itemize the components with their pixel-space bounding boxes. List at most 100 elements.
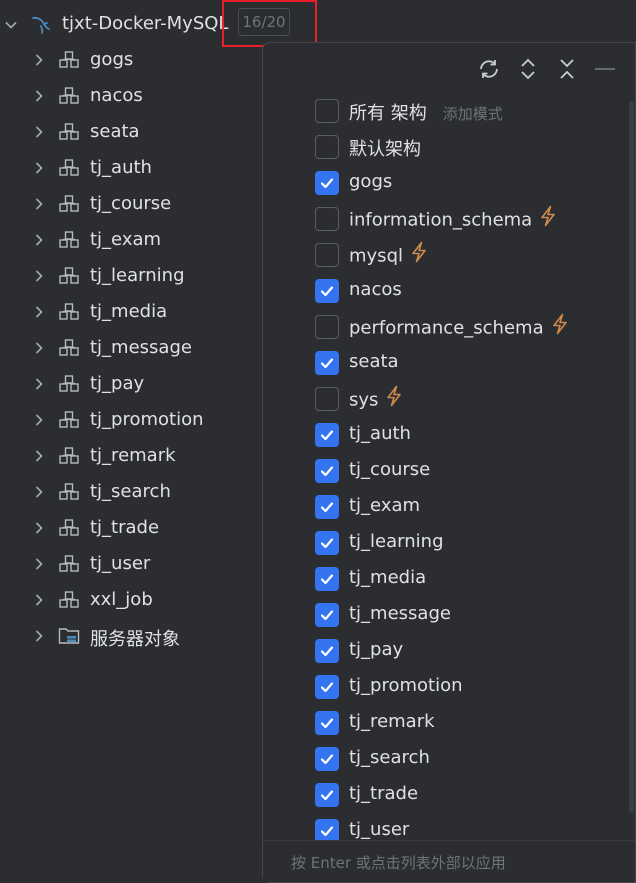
- checkbox[interactable]: [315, 207, 339, 231]
- tree-item-tj_auth[interactable]: tj_auth: [0, 150, 262, 186]
- tree-item-tj_exam[interactable]: tj_exam: [0, 222, 262, 258]
- schema-option-label: tj_promotion: [349, 675, 463, 696]
- chevron-right-icon[interactable]: [32, 233, 46, 247]
- chevron-right-icon[interactable]: [32, 593, 46, 607]
- schema-option[interactable]: sys: [313, 381, 633, 417]
- schema-option[interactable]: performance_schema: [313, 309, 633, 345]
- checkbox[interactable]: [315, 459, 339, 483]
- schema-option[interactable]: tj_exam: [313, 489, 633, 525]
- tree-item-nacos[interactable]: nacos: [0, 78, 262, 114]
- schema-icon: [58, 122, 80, 142]
- checkbox[interactable]: [315, 351, 339, 375]
- expand-all-icon[interactable]: [514, 55, 542, 83]
- schema-option[interactable]: tj_message: [313, 597, 633, 633]
- schema-option[interactable]: 所有 架构 添加模式: [313, 93, 633, 129]
- chevron-right-icon[interactable]: [32, 521, 46, 535]
- schema-option[interactable]: seata: [313, 345, 633, 381]
- chevron-right-icon[interactable]: [32, 53, 46, 67]
- root-connection-row[interactable]: tjxt-Docker-MySQL: [0, 4, 636, 40]
- schema-option[interactable]: nacos: [313, 273, 633, 309]
- checkbox[interactable]: [315, 243, 339, 267]
- checkbox[interactable]: [315, 387, 339, 411]
- collapse-all-icon[interactable]: [553, 55, 581, 83]
- tree-item-tj_trade[interactable]: tj_trade: [0, 510, 262, 546]
- tree-item-label: tj_message: [90, 337, 192, 358]
- schema-option[interactable]: mysql: [313, 237, 633, 273]
- tree-item-label: tj_learning: [90, 265, 185, 286]
- tree-item-server-objects[interactable]: 服务器对象: [0, 618, 262, 654]
- schema-option[interactable]: information_schema: [313, 201, 633, 237]
- schema-option[interactable]: tj_auth: [313, 417, 633, 453]
- popup-toolbar: [263, 43, 635, 93]
- tree-item-tj_search[interactable]: tj_search: [0, 474, 262, 510]
- refresh-icon[interactable]: [475, 55, 503, 83]
- schema-option[interactable]: tj_media: [313, 561, 633, 597]
- chevron-right-icon[interactable]: [32, 557, 46, 571]
- tree-item-label: xxl_job: [90, 589, 153, 610]
- checkbox[interactable]: [315, 711, 339, 735]
- tree-item-label: tj_exam: [90, 229, 162, 250]
- schema-option[interactable]: tj_remark: [313, 705, 633, 741]
- chevron-right-icon[interactable]: [32, 197, 46, 211]
- add-pattern-link[interactable]: 添加模式: [443, 105, 503, 123]
- schema-option[interactable]: tj_promotion: [313, 669, 633, 705]
- checkbox[interactable]: [315, 747, 339, 771]
- chevron-right-icon[interactable]: [32, 305, 46, 319]
- tree-item-label: gogs: [90, 49, 134, 70]
- lightning-icon: [409, 241, 429, 268]
- schema-option[interactable]: tj_search: [313, 741, 633, 777]
- schema-option[interactable]: tj_trade: [313, 777, 633, 813]
- minimize-icon[interactable]: [591, 55, 619, 83]
- schema-option[interactable]: tj_course: [313, 453, 633, 489]
- tree-item-gogs[interactable]: gogs: [0, 42, 262, 78]
- connection-title: tjxt-Docker-MySQL: [62, 13, 229, 34]
- tree-item-tj_user[interactable]: tj_user: [0, 546, 262, 582]
- checkbox[interactable]: [315, 171, 339, 195]
- chevron-right-icon[interactable]: [32, 161, 46, 175]
- schema-icon: [58, 302, 80, 322]
- checkbox[interactable]: [315, 279, 339, 303]
- schema-option[interactable]: 默认架构: [313, 129, 633, 165]
- checkbox[interactable]: [315, 639, 339, 663]
- tree-item-tj_learning[interactable]: tj_learning: [0, 258, 262, 294]
- tree-item-label: tj_auth: [90, 157, 152, 178]
- checkbox[interactable]: [315, 99, 339, 123]
- chevron-right-icon[interactable]: [32, 413, 46, 427]
- schema-option[interactable]: gogs: [313, 165, 633, 201]
- checkbox[interactable]: [315, 423, 339, 447]
- schema-option-label: tj_media: [349, 567, 427, 588]
- tree-item-xxl_job[interactable]: xxl_job: [0, 582, 262, 618]
- schema-option[interactable]: tj_learning: [313, 525, 633, 561]
- tree-item-tj_media[interactable]: tj_media: [0, 294, 262, 330]
- chevron-right-icon[interactable]: [32, 341, 46, 355]
- schema-option-label: 所有 架构: [349, 103, 427, 124]
- checkbox[interactable]: [315, 531, 339, 555]
- tree-item-tj_pay[interactable]: tj_pay: [0, 366, 262, 402]
- tree-item-tj_message[interactable]: tj_message: [0, 330, 262, 366]
- tree-item-seata[interactable]: seata: [0, 114, 262, 150]
- tree-item-tj_course[interactable]: tj_course: [0, 186, 262, 222]
- tree-item-tj_promotion[interactable]: tj_promotion: [0, 402, 262, 438]
- schema-option-label: tj_search: [349, 747, 430, 768]
- chevron-right-icon[interactable]: [32, 629, 46, 643]
- checkbox[interactable]: [315, 603, 339, 627]
- chevron-right-icon[interactable]: [32, 485, 46, 499]
- chevron-right-icon[interactable]: [32, 377, 46, 391]
- chevron-right-icon[interactable]: [32, 89, 46, 103]
- schema-option-label: tj_exam: [349, 495, 421, 516]
- mysql-icon: [30, 14, 52, 36]
- chevron-right-icon[interactable]: [32, 269, 46, 283]
- chevron-down-icon[interactable]: [4, 18, 18, 32]
- checkbox[interactable]: [315, 783, 339, 807]
- checkbox[interactable]: [315, 567, 339, 591]
- chevron-right-icon[interactable]: [32, 449, 46, 463]
- tree-item-tj_remark[interactable]: tj_remark: [0, 438, 262, 474]
- checkbox[interactable]: [315, 315, 339, 339]
- schema-icon: [58, 482, 80, 502]
- checkbox[interactable]: [315, 495, 339, 519]
- schema-option[interactable]: tj_pay: [313, 633, 633, 669]
- chevron-right-icon[interactable]: [32, 125, 46, 139]
- checkbox[interactable]: [315, 135, 339, 159]
- schema-count-badge[interactable]: 16/20: [238, 8, 290, 36]
- checkbox[interactable]: [315, 675, 339, 699]
